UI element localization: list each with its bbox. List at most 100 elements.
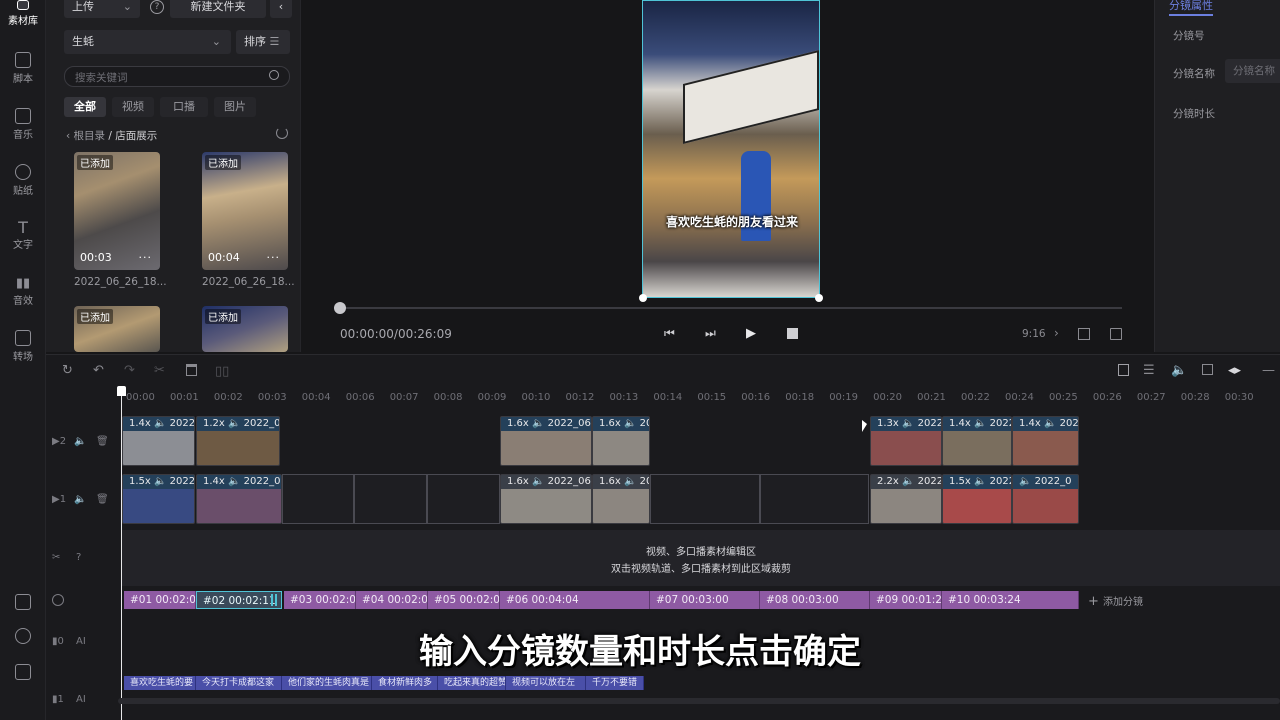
video-clip[interactable]: 2.2x 🔈 2022 xyxy=(870,474,942,524)
redo-icon[interactable]: ↷ xyxy=(124,363,135,378)
video-clip[interactable]: 1.6x 🔈 2022_06 xyxy=(500,416,592,466)
ai-label[interactable]: AI xyxy=(76,694,86,705)
subtitle-clip[interactable]: 今天打卡成都这家 xyxy=(196,676,282,690)
scrubber-handle[interactable] xyxy=(334,302,346,314)
refresh-icon[interactable]: ↻ xyxy=(62,363,73,378)
stop-icon[interactable] xyxy=(787,328,798,339)
import-button[interactable] xyxy=(0,594,46,612)
media-thumbnail[interactable]: 已添加 xyxy=(202,306,288,352)
video-clip[interactable]: 1.4x 🔈 202 xyxy=(1012,416,1079,466)
subtitle-clip[interactable]: 食材新鲜肉多 xyxy=(372,676,438,690)
volume-icon[interactable]: 🔈 xyxy=(1171,363,1187,378)
zoom-out-icon[interactable]: — xyxy=(1262,363,1275,378)
subtitle-clip[interactable]: 吃起来真的超赞 xyxy=(438,676,506,690)
new-folder-button[interactable]: 新建文件夹 xyxy=(170,0,266,18)
play-icon[interactable]: ▶ xyxy=(746,326,756,341)
zoom-fit-icon[interactable]: ◂▸ xyxy=(1228,363,1241,378)
category-select[interactable]: 生蚝 ⌄ xyxy=(64,30,231,54)
video-clip[interactable]: 1.4x 🔈 2022 xyxy=(942,416,1012,466)
video-clip[interactable]: 1.4x 🔈 2022_06 xyxy=(196,474,282,524)
rail-item-sticker[interactable]: 贴纸 xyxy=(0,164,46,197)
video-clip[interactable]: 1.6x 🔈 2022_06 xyxy=(500,474,592,524)
voiceover-edit-area[interactable]: 视频、多口播素材编辑区 双击视频轨道、多口播素材到此区域裁剪 xyxy=(122,530,1280,586)
rail-item-transition[interactable]: 转场 xyxy=(0,330,46,363)
drag-handle[interactable] xyxy=(271,594,277,606)
prev-frame-icon[interactable]: ⏮ xyxy=(664,326,675,341)
next-frame-icon[interactable]: ⏭ xyxy=(705,326,716,341)
storyboard-segment[interactable]: #08 00:03:00 xyxy=(760,591,870,609)
back-chevron-icon[interactable]: ‹ xyxy=(66,130,74,142)
add-storyboard-button[interactable]: + 添加分镜 xyxy=(1088,593,1143,609)
empty-clip-slot[interactable] xyxy=(427,474,500,524)
properties-tab[interactable]: 分镜属性 xyxy=(1169,0,1213,16)
storyboard-segment[interactable]: #01 00:02:01 xyxy=(124,591,196,609)
track-delete-icon[interactable]: 🗑 xyxy=(96,494,109,505)
fullscreen-icon[interactable] xyxy=(1110,328,1122,340)
track-mute-icon[interactable]: 🔈 xyxy=(74,436,86,447)
media-thumbnail[interactable]: 已添加 00:03 ··· xyxy=(74,152,160,270)
crop-handle[interactable] xyxy=(815,294,823,302)
undo-icon[interactable]: ↶ xyxy=(93,363,104,378)
media-thumbnail[interactable]: 已添加 00:04 ··· xyxy=(202,152,288,270)
timeline-scrollbar[interactable] xyxy=(118,698,1280,704)
storyboard-name-input[interactable]: 分镜名称 xyxy=(1225,59,1280,83)
playback-scrubber[interactable] xyxy=(340,307,1122,309)
storyboard-segment[interactable]: #06 00:04:04 xyxy=(500,591,650,609)
storyboard-segment-selected[interactable]: #02 00:02:11 xyxy=(196,591,282,609)
subtitle-clip[interactable]: 他们家的生蚝肉真是 xyxy=(282,676,372,690)
search-input[interactable]: 搜索关键词 xyxy=(64,66,290,87)
video-clip[interactable]: 1.4x 🔈 2022 xyxy=(122,416,195,466)
split-icon[interactable]: ▯▯ xyxy=(215,364,229,379)
crop-icon[interactable] xyxy=(1078,328,1090,340)
storyboard-segment[interactable]: #03 00:02:00 xyxy=(284,591,356,609)
voiceover-help-icon[interactable]: ? xyxy=(76,552,81,563)
subtitle-clip[interactable]: 千万不要错 xyxy=(586,676,644,690)
collapse-panel-button[interactable]: ‹ xyxy=(270,0,292,18)
upload-dropdown[interactable]: 上传 ⌄ xyxy=(64,0,140,18)
filter-voiceover[interactable]: 口播 xyxy=(160,97,208,117)
sort-button[interactable]: 排序 ☰ xyxy=(236,30,290,54)
filter-video[interactable]: 视频 xyxy=(112,97,154,117)
video-clip[interactable]: 1.5x 🔈 2022_0 xyxy=(942,474,1012,524)
storyboard-segment[interactable]: #07 00:03:00 xyxy=(650,591,760,609)
empty-clip-slot[interactable] xyxy=(760,474,869,524)
empty-clip-slot[interactable] xyxy=(354,474,427,524)
chevron-right-icon[interactable]: › xyxy=(1054,326,1059,340)
rail-item-script[interactable]: 脚本 xyxy=(0,52,46,85)
track-mute-icon[interactable]: 🔈 xyxy=(74,494,86,505)
video-clip[interactable]: 1.6x 🔈 202 xyxy=(592,416,650,466)
track-delete-icon[interactable]: 🗑 xyxy=(96,436,109,447)
refresh-icon[interactable] xyxy=(276,127,288,139)
video-clip[interactable]: 1.5x 🔈 2022 xyxy=(122,474,195,524)
storyboard-segment[interactable]: #05 00:02:00 xyxy=(428,591,500,609)
rail-item-library[interactable]: 素材库 xyxy=(0,0,46,27)
video-preview[interactable]: 喜欢吃生蚝的朋友看过来 xyxy=(642,0,820,298)
list-icon[interactable]: ☰ xyxy=(1143,363,1155,378)
storyboard-segment[interactable]: #09 00:01:29 xyxy=(870,591,942,609)
rail-item-sound-effect[interactable]: ▮▮ 音效 xyxy=(0,276,46,307)
storyboard-segment[interactable]: #04 00:02:00 xyxy=(356,591,428,609)
storyboard-segment[interactable]: #10 00:03:24 xyxy=(942,591,1079,609)
subtitle-clip[interactable]: 视频可以放在左 xyxy=(506,676,586,690)
voiceover-scissors-icon[interactable]: ✂ xyxy=(52,552,60,563)
filter-all[interactable]: 全部 xyxy=(64,97,106,117)
help-circle-icon[interactable]: ? xyxy=(150,0,164,14)
video-clip[interactable]: 1.6x 🔈 202 xyxy=(592,474,650,524)
more-icon[interactable]: ··· xyxy=(267,251,281,264)
empty-clip-slot[interactable] xyxy=(282,474,354,524)
delete-icon[interactable] xyxy=(186,364,197,376)
more-icon[interactable]: ··· xyxy=(139,251,153,264)
subtitle-clip[interactable]: 喜欢吃生蚝的要 xyxy=(124,676,196,690)
filter-image[interactable]: 图片 xyxy=(214,97,256,117)
scissors-icon[interactable]: ✂ xyxy=(154,363,165,378)
rail-item-music[interactable]: 音乐 xyxy=(0,108,46,141)
empty-clip-slot[interactable] xyxy=(650,474,760,524)
playhead-handle[interactable] xyxy=(117,386,126,396)
aspect-ratio-value[interactable]: 9:16 xyxy=(1022,328,1046,340)
media-thumbnail[interactable]: 已添加 xyxy=(74,306,160,352)
panel-icon[interactable] xyxy=(1202,364,1213,375)
video-clip[interactable]: 1.2x 🔈 2022_06 xyxy=(196,416,280,466)
crop-handle[interactable] xyxy=(639,294,647,302)
video-clip[interactable]: 🔈 2022_0 xyxy=(1012,474,1079,524)
video-clip[interactable]: 1.3x 🔈 2022 xyxy=(870,416,942,466)
